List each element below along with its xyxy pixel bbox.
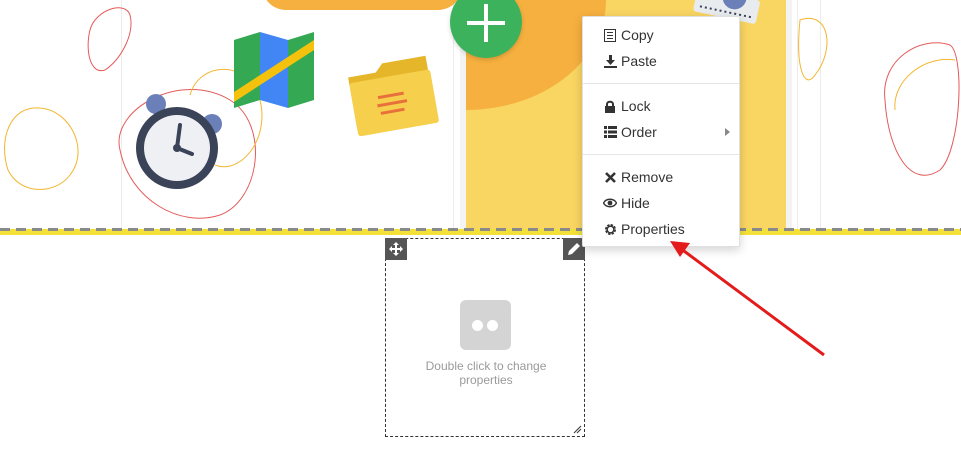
menu-item-label: Properties: [621, 221, 685, 237]
alarm-clock-icon: [136, 94, 222, 189]
flickr-icon: [460, 300, 511, 350]
eye-icon: [602, 195, 618, 211]
menu-item-hide[interactable]: Hide: [583, 191, 739, 215]
menu-item-label: Paste: [621, 53, 657, 69]
menu-item-paste[interactable]: Paste: [583, 49, 739, 73]
move-icon: [389, 242, 403, 256]
menu-item-properties[interactable]: Properties: [583, 217, 739, 241]
map-icon: [234, 32, 314, 108]
menu-item-label: Remove: [621, 169, 674, 185]
placeholder-hint: Double click to change properties: [425, 359, 547, 387]
context-menu: Copy Paste Lock Order Remove Hide Proper…: [582, 16, 740, 247]
menu-item-remove[interactable]: Remove: [583, 165, 739, 189]
section-guide-dashes: [0, 228, 961, 231]
folder-icon: [348, 55, 439, 137]
move-handle[interactable]: [385, 238, 407, 260]
pencil-icon: [568, 243, 580, 255]
list-icon: [602, 124, 618, 140]
resize-handle-icon[interactable]: [573, 425, 582, 434]
submenu-arrow-icon: [725, 128, 730, 136]
menu-item-order[interactable]: Order: [583, 120, 739, 144]
menu-item-label: Order: [621, 124, 657, 140]
gear-icon: [602, 221, 618, 237]
menu-separator: [583, 154, 739, 155]
menu-item-copy[interactable]: Copy: [583, 23, 739, 47]
close-icon: [602, 169, 618, 185]
copy-icon: [602, 27, 618, 43]
element-placeholder[interactable]: Double click to change properties: [385, 238, 585, 437]
menu-item-label: Copy: [621, 27, 654, 43]
lock-icon: [602, 98, 618, 114]
menu-item-label: Hide: [621, 195, 650, 211]
download-icon: [602, 53, 618, 69]
menu-item-label: Lock: [621, 98, 651, 114]
menu-item-lock[interactable]: Lock: [583, 94, 739, 118]
canvas-illustration: [0, 0, 961, 230]
menu-separator: [583, 83, 739, 84]
